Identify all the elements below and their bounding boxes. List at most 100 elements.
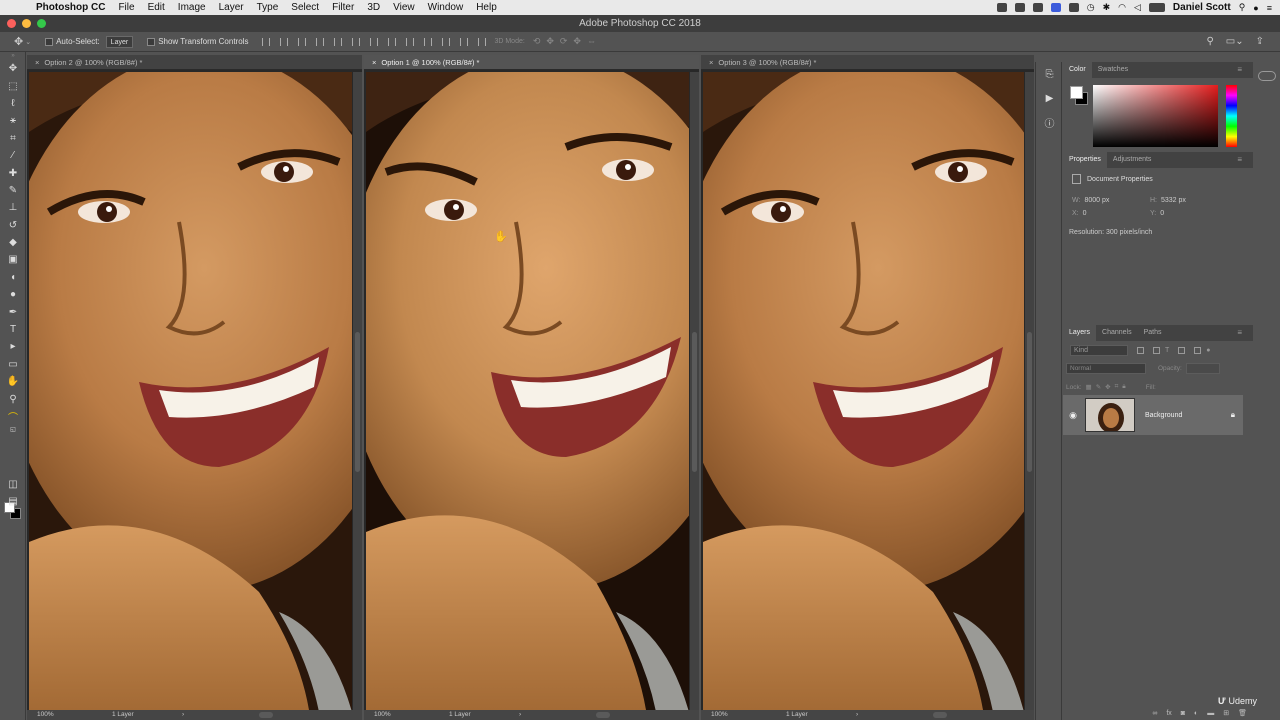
align-icon[interactable]	[280, 37, 289, 46]
panel-menu-icon[interactable]: ≡	[1231, 62, 1248, 78]
status-menu-arrow-icon[interactable]: ›	[182, 710, 184, 720]
add-mask-icon[interactable]: ◙	[1181, 710, 1185, 717]
lock-pixels-icon[interactable]: ✎	[1096, 383, 1101, 391]
layer-row-background[interactable]: ◉ Background 🔒︎	[1063, 395, 1243, 435]
menu-edit[interactable]: Edit	[148, 2, 165, 13]
marquee-tool-icon[interactable]: ⬚	[0, 77, 26, 94]
visibility-eye-icon[interactable]: ◉	[1063, 410, 1083, 421]
distribute-icon[interactable]	[460, 37, 469, 46]
zoom-level[interactable]: 100%	[37, 710, 54, 720]
auto-select-checkbox[interactable]	[45, 37, 54, 46]
search-icon[interactable]: ⚲	[1206, 36, 1213, 47]
foreground-color-swatch[interactable]	[1070, 86, 1083, 99]
shape-filter-icon[interactable]	[1178, 346, 1186, 354]
align-icon[interactable]	[298, 37, 307, 46]
3d-mode-icons[interactable]: ⟲✥⟳✥⇔	[533, 36, 602, 47]
wifi-icon[interactable]: ◠	[1118, 2, 1126, 13]
eyedropper-tool-icon[interactable]: ⁄	[0, 147, 26, 164]
horizontal-scrollbar-thumb[interactable]	[933, 712, 947, 718]
menu-type[interactable]: Type	[257, 2, 279, 13]
blur-tool-icon[interactable]: ◖	[0, 269, 26, 286]
hue-slider[interactable]	[1226, 85, 1237, 147]
x-field[interactable]: 0	[1083, 210, 1087, 217]
brush-tool-icon[interactable]: ✎	[0, 182, 26, 199]
pen-tool-icon[interactable]: ✒	[0, 303, 26, 320]
horizontal-scrollbar-thumb[interactable]	[596, 712, 610, 718]
menu-view[interactable]: View	[393, 2, 415, 13]
zoom-window-button[interactable]	[37, 19, 46, 28]
auto-select-dropdown[interactable]: Layer	[105, 35, 134, 48]
dodge-tool-icon[interactable]: ●	[0, 286, 26, 303]
menu-help[interactable]: Help	[476, 2, 497, 13]
blend-mode-dropdown[interactable]: Normal	[1066, 363, 1146, 374]
status-app-icon[interactable]	[996, 3, 1007, 12]
vertical-scrollbar[interactable]	[1025, 72, 1034, 710]
gradient-tool-icon[interactable]: ▣	[0, 251, 26, 268]
path-selection-tool-icon[interactable]: ▸	[0, 338, 26, 355]
spotlight-search-icon[interactable]: ⚲	[1239, 2, 1246, 13]
tab-properties[interactable]: Properties	[1063, 152, 1107, 168]
bluetooth-icon[interactable]: ✱	[1103, 2, 1111, 13]
menu-image[interactable]: Image	[178, 2, 206, 13]
magic-wand-tool-icon[interactable]: ⚹	[0, 112, 26, 129]
distribute-icon[interactable]	[370, 37, 379, 46]
tab-layers[interactable]: Layers	[1063, 325, 1097, 341]
distribute-icon[interactable]	[388, 37, 397, 46]
close-window-button[interactable]	[7, 19, 16, 28]
artboard-lock-icon[interactable]: ⌗	[1115, 383, 1119, 391]
status-menu-arrow-icon[interactable]: ›	[856, 710, 858, 720]
type-filter-icon[interactable]: T	[1165, 347, 1169, 354]
close-tab-icon[interactable]: ×	[35, 58, 39, 67]
document-tab-active[interactable]: × Option 1 @ 100% (RGB/8#) *	[364, 55, 699, 70]
distribute-icon[interactable]	[406, 37, 415, 46]
tab-paths[interactable]: Paths	[1138, 325, 1168, 341]
status-menu-arrow-icon[interactable]: ›	[519, 710, 521, 720]
actions-play-icon[interactable]: ▶	[1036, 86, 1063, 110]
workspace-icon[interactable]: ▭⌄	[1226, 36, 1244, 47]
document-tab[interactable]: × Option 3 @ 100% (RGB/8#) *	[701, 55, 1034, 70]
history-icon[interactable]: ⎘	[1036, 62, 1063, 86]
y-field[interactable]: 0	[1160, 210, 1164, 217]
align-icon[interactable]	[262, 37, 271, 46]
panel-menu-icon[interactable]: ≡	[1231, 325, 1248, 341]
tab-adjustments[interactable]: Adjustments	[1107, 152, 1158, 168]
scrollbar-thumb[interactable]	[355, 332, 360, 472]
zoom-level[interactable]: 100%	[374, 710, 391, 720]
history-brush-tool-icon[interactable]: ↺	[0, 217, 26, 234]
zoom-level[interactable]: 100%	[711, 710, 728, 720]
tab-swatches[interactable]: Swatches	[1092, 62, 1134, 78]
type-tool-icon[interactable]: T	[0, 321, 26, 338]
document-canvas[interactable]	[29, 72, 352, 710]
collapse-tools-icon[interactable]: »	[0, 52, 26, 60]
move-tool-preset-icon[interactable]: ✥	[14, 35, 23, 48]
width-field[interactable]: 8000 px	[1084, 197, 1109, 204]
layer-name[interactable]: Background	[1145, 412, 1231, 419]
user-name[interactable]: Daniel Scott	[1173, 2, 1231, 13]
move-tool-icon[interactable]: ✥	[0, 60, 26, 77]
close-tab-icon[interactable]: ×	[372, 58, 376, 67]
layer-kind-filter[interactable]: Kind	[1070, 344, 1128, 356]
clone-stamp-tool-icon[interactable]: ⊥	[0, 199, 26, 216]
lock-all-icon[interactable]: 🔒︎	[1122, 383, 1125, 391]
horizontal-scrollbar-thumb[interactable]	[259, 712, 273, 718]
menu-layer[interactable]: Layer	[219, 2, 244, 13]
notification-center-icon[interactable]: ≡	[1267, 3, 1272, 13]
distribute-icon[interactable]	[478, 37, 487, 46]
menu-window[interactable]: Window	[428, 2, 464, 13]
adjustment-filter-icon[interactable]	[1153, 346, 1160, 354]
vertical-scrollbar[interactable]	[353, 72, 362, 710]
lock-position-icon[interactable]: ✥	[1105, 383, 1110, 391]
status-app-icon[interactable]	[1032, 3, 1043, 12]
align-icon[interactable]	[316, 37, 325, 46]
scrollbar-thumb[interactable]	[692, 332, 697, 472]
align-icon[interactable]	[334, 37, 343, 46]
menu-select[interactable]: Select	[291, 2, 319, 13]
panel-menu-icon[interactable]: ≡	[1231, 152, 1248, 168]
tab-channels[interactable]: Channels	[1096, 325, 1138, 341]
adjustment-layer-icon[interactable]: ◐	[1194, 710, 1198, 717]
time-machine-icon[interactable]: ◷	[1087, 2, 1095, 13]
minimize-window-button[interactable]	[22, 19, 31, 28]
lasso-tool-icon[interactable]: ℓ	[0, 95, 26, 112]
document-canvas[interactable]: ✋	[366, 72, 689, 710]
status-app-icon[interactable]	[1014, 3, 1025, 12]
